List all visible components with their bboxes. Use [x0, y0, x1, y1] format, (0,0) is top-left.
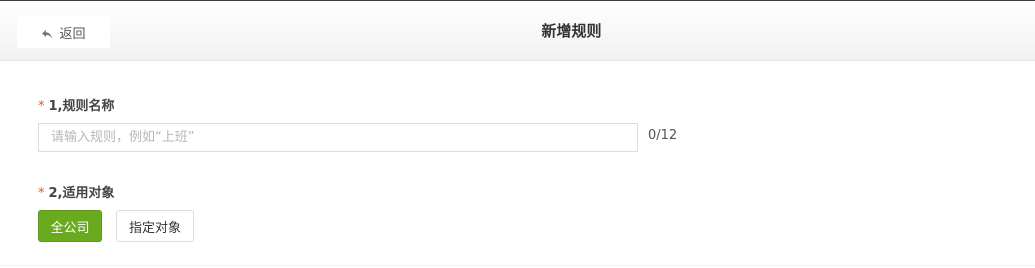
page-title: 新增规则: [541, 22, 602, 40]
required-mark: *: [38, 186, 45, 201]
target-label: * 2,适用对象: [38, 182, 114, 201]
char-counter: 0/12: [648, 128, 678, 143]
rule-name-input[interactable]: [38, 123, 638, 152]
rule-name-label: * 1,规则名称: [38, 95, 114, 114]
whole-company-button[interactable]: 全公司: [38, 210, 102, 242]
header-bar: 返回 新增规则: [0, 1, 1035, 61]
target-label-text: 2,适用对象: [48, 186, 115, 201]
page: 返回 新增规则 *1,规则名称 0/12 *2,适用对象 全公司 指定对象: [0, 0, 1035, 268]
required-mark: *: [38, 99, 45, 114]
specific-target-button[interactable]: 指定对象: [116, 210, 194, 242]
rule-name-label-text: 1,规则名称: [48, 99, 115, 114]
divider: [0, 265, 1035, 266]
